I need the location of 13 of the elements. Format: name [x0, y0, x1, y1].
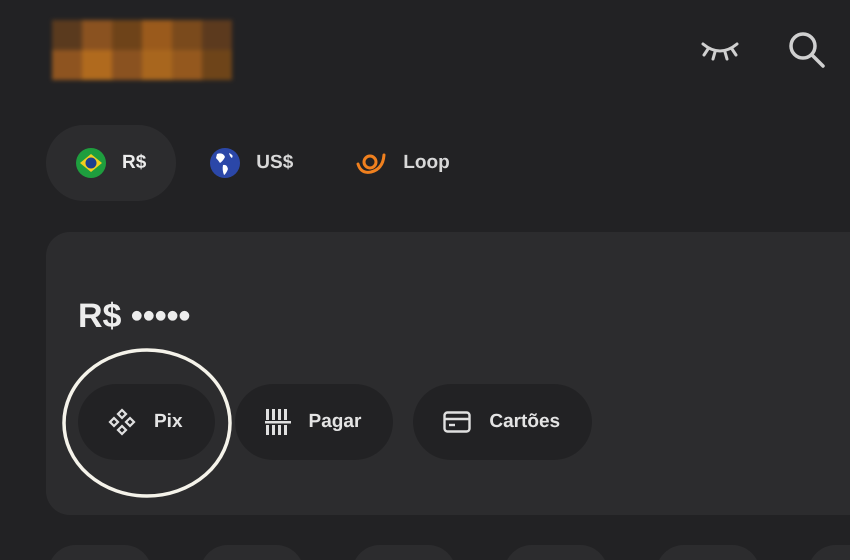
action-button[interactable]: Pagar — [234, 384, 394, 460]
balance-amount: R$ ••••• — [78, 296, 192, 337]
currency-tab[interactable]: R$ — [46, 125, 176, 201]
brazil-flag-icon — [76, 148, 106, 178]
globe-icon — [210, 148, 240, 178]
credit-card-icon — [443, 411, 472, 433]
currency-tab[interactable]: Loop — [327, 125, 478, 201]
currency-tab[interactable]: US$ — [182, 125, 322, 201]
action-button[interactable]: Pix — [78, 384, 215, 460]
pix-icon — [108, 408, 136, 436]
search-icon[interactable] — [788, 31, 826, 69]
action-button[interactable]: Cartões — [413, 384, 592, 460]
barcode-icon — [264, 408, 291, 436]
